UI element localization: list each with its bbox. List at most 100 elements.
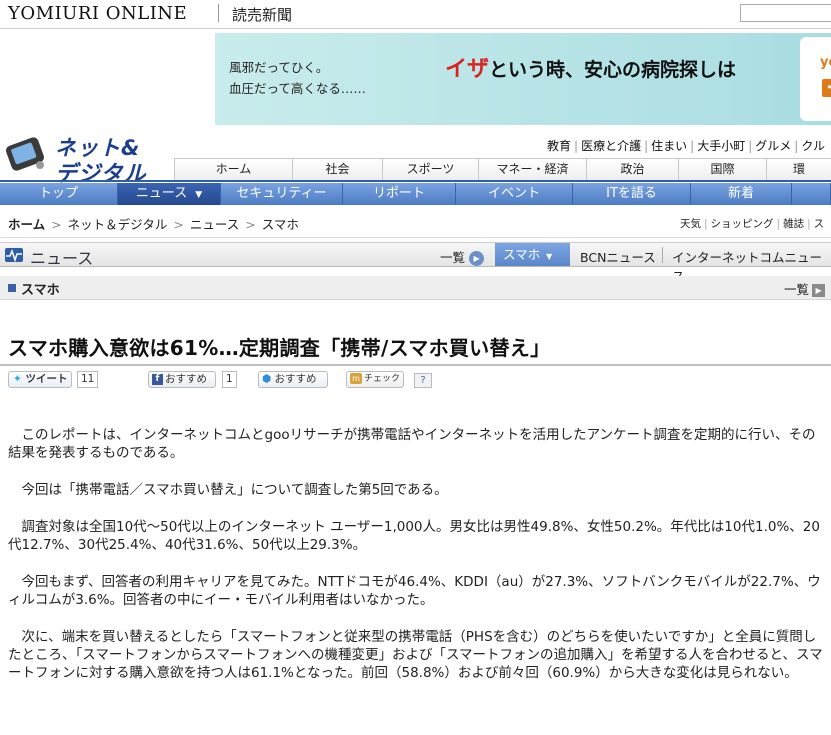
global-nav-money[interactable]: マネー・経済 xyxy=(478,159,586,181)
smartphone-icon xyxy=(5,137,45,171)
breadcrumb: ホーム > ネット＆デジタル > ニュース > スマホ xyxy=(8,214,299,233)
global-nav-society[interactable]: 社会 xyxy=(292,159,382,181)
section-nav-top[interactable]: トップ xyxy=(0,183,118,205)
breadcrumb-net-digital[interactable]: ネット＆デジタル xyxy=(68,217,168,232)
portal-link-housing[interactable]: 住まい xyxy=(649,139,689,153)
section-nav-event[interactable]: イベント xyxy=(456,183,573,205)
section-nav-more[interactable] xyxy=(792,183,831,205)
category-list-label: 一覧 xyxy=(784,282,810,297)
breadcrumb-separator: > xyxy=(245,217,256,232)
utility-divider: | xyxy=(704,218,708,230)
ad-logo-text: yom xyxy=(820,55,831,70)
arrow-right-icon: ▶ xyxy=(812,284,826,297)
utility-link-shopping[interactable]: ショッピング xyxy=(711,218,774,230)
global-nav-sports[interactable]: スポーツ xyxy=(382,159,478,181)
section-nav: トップ ニュース ▼ セキュリティー リポート イベント ITを語る 新着 xyxy=(0,183,831,205)
news-list-link[interactable]: 一覧 ▶ xyxy=(440,247,485,266)
global-nav-environment[interactable]: 環 xyxy=(766,159,831,181)
facebook-count: 1 xyxy=(222,371,237,388)
article-paragraph: このレポートは、インターネットコムとgooリサーチが携帯電話やインターネットを活… xyxy=(8,427,816,461)
news-list-label: 一覧 xyxy=(440,250,466,265)
ad-line-1: 風邪だってひく。 xyxy=(229,60,329,75)
section-nav-new[interactable]: 新着 xyxy=(691,183,792,205)
facebook-icon: f xyxy=(152,373,163,385)
chevron-down-icon: ▼ xyxy=(546,252,553,261)
global-nav: ホーム 社会 スポーツ マネー・経済 政治 国際 環 xyxy=(174,158,831,181)
category-title: スマホ xyxy=(21,283,60,298)
tab-smartphone-label: スマホ xyxy=(503,247,541,262)
ad-banner[interactable]: 風邪だってひく。 血圧だって高くなる…… イザという時、安心の病院探しは yom… xyxy=(215,33,831,125)
ad-logo-box: yom ✚ xyxy=(800,37,831,121)
hexagon-icon: ⬢ xyxy=(262,373,272,385)
section-nav-news[interactable]: ニュース ▼ xyxy=(118,183,221,205)
mixi-icon: m xyxy=(350,373,362,384)
breadcrumb-home[interactable]: ホーム xyxy=(8,217,45,232)
news-tab-bar: ニュース 一覧▶ スマホ▼ BCNニュース インターネットコムニュース xyxy=(0,242,831,284)
article-paragraph: 今回もまず、回答者の利用キャリアを見てみた。NTTドコモが46.4%、KDDI（… xyxy=(8,574,821,608)
utility-divider: | xyxy=(776,218,781,230)
breadcrumb-separator: > xyxy=(51,217,62,232)
news-bar-title: ニュース xyxy=(30,249,94,268)
article-paragraph: 次に、端末を買い替えるとしたら「スマートフォンと従来型の携帯電話（PHSを含む）… xyxy=(8,629,823,681)
portal-link-komachi[interactable]: 大手小町 xyxy=(695,139,747,153)
article-headline: スマホ購入意欲は61%…定期調査「携帯/スマホ買い替え」 xyxy=(8,336,551,360)
section-nav-it-talk[interactable]: ITを語る xyxy=(573,183,691,205)
ad-headline-accent: イザ xyxy=(445,57,490,82)
headline-divider xyxy=(0,364,831,366)
facebook-recommend-button[interactable]: f おすすめ xyxy=(148,371,216,388)
ad-headline-rest: という時、安心の病院探しは xyxy=(489,59,737,81)
breadcrumb-smartphone: スマホ xyxy=(261,217,299,232)
tab-divider xyxy=(662,247,663,263)
nav-divider xyxy=(0,180,831,182)
mixi-check-label: チェック xyxy=(364,374,401,384)
mixi-check-button[interactable]: m チェック xyxy=(346,371,404,388)
twitter-bird-icon: ✦ xyxy=(13,373,22,385)
portal-link-car[interactable]: クル xyxy=(799,139,827,153)
ad-headline: イザという時、安心の病院探しは xyxy=(445,51,736,83)
article-body: このレポートは、インターネットコムとgooリサーチが携帯電話やインターネットを活… xyxy=(8,426,823,701)
utility-divider: | xyxy=(807,218,811,230)
tweet-button[interactable]: ✦ ツイート xyxy=(8,371,72,388)
portal-link-education[interactable]: 教育 xyxy=(545,139,573,153)
portal-links: 教育 | 医療と介護 | 住まい | 大手小町 | グルメ | クル xyxy=(545,137,827,154)
tab-smartphone[interactable]: スマホ ▼ xyxy=(495,243,570,266)
utility-link-weather[interactable]: 天気 xyxy=(680,218,701,230)
article-paragraph: 調査対象は全国10代～50代以上のインターネット ユーザー1,000人。男女比は… xyxy=(8,519,820,553)
hatena-recommend-button[interactable]: ⬢ おすすめ xyxy=(258,371,328,388)
tweet-count: 11 xyxy=(77,371,99,388)
utility-link-more[interactable]: ス xyxy=(814,218,825,230)
utility-link-magazine[interactable]: 雑誌 xyxy=(783,218,804,230)
breadcrumb-news[interactable]: ニュース xyxy=(190,217,239,232)
global-nav-world[interactable]: 国際 xyxy=(678,159,766,181)
section-nav-report[interactable]: リポート xyxy=(343,183,456,205)
section-nav-news-label: ニュース xyxy=(135,186,188,201)
site-search-input[interactable] xyxy=(740,4,831,22)
social-share-bar: ✦ ツイート 11 f おすすめ 1 ⬢ おすすめ m チェック ? xyxy=(0,370,831,390)
portal-link-medical[interactable]: 医療と介護 xyxy=(579,139,643,153)
section-nav-security[interactable]: セキュリティー xyxy=(221,183,343,205)
yomiuri-shimbun-logo[interactable]: 読売新聞 xyxy=(232,4,292,25)
ad-line-2: 血圧だって高くなる…… xyxy=(229,81,366,96)
facebook-recommend-label: おすすめ xyxy=(165,373,207,385)
global-nav-politics[interactable]: 政治 xyxy=(586,159,678,181)
yomiuri-online-logo[interactable]: YOMIURI ONLINE xyxy=(8,3,187,24)
arrow-right-icon: ▶ xyxy=(469,251,485,266)
category-list-link[interactable]: 一覧 ▶ xyxy=(784,279,826,298)
site-header: YOMIURI ONLINE 読売新聞 xyxy=(0,0,831,28)
header-divider xyxy=(0,28,831,29)
pulse-icon xyxy=(5,248,23,262)
utility-links: 天気 | ショッピング | 雑誌 | ス xyxy=(680,216,824,231)
breadcrumb-separator: > xyxy=(173,217,184,232)
global-nav-home[interactable]: ホーム xyxy=(174,159,292,181)
category-header: スマホ 一覧 ▶ xyxy=(0,276,831,300)
square-bullet-icon xyxy=(8,284,16,292)
portal-link-gourmet[interactable]: グルメ xyxy=(753,139,793,153)
logo-divider xyxy=(218,4,219,22)
hatena-recommend-label: おすすめ xyxy=(274,373,317,385)
article-paragraph: 今回は「携帯電話／スマホ買い替え」について調査した第5回である。 xyxy=(21,482,448,498)
help-button[interactable]: ? xyxy=(414,373,432,388)
first-aid-icon: ✚ xyxy=(822,79,831,97)
ad-copy: 風邪だってひく。 血圧だって高くなる…… xyxy=(229,57,366,99)
tab-bcn-news[interactable]: BCNニュース xyxy=(580,247,656,266)
breadcrumb-divider xyxy=(0,237,831,238)
